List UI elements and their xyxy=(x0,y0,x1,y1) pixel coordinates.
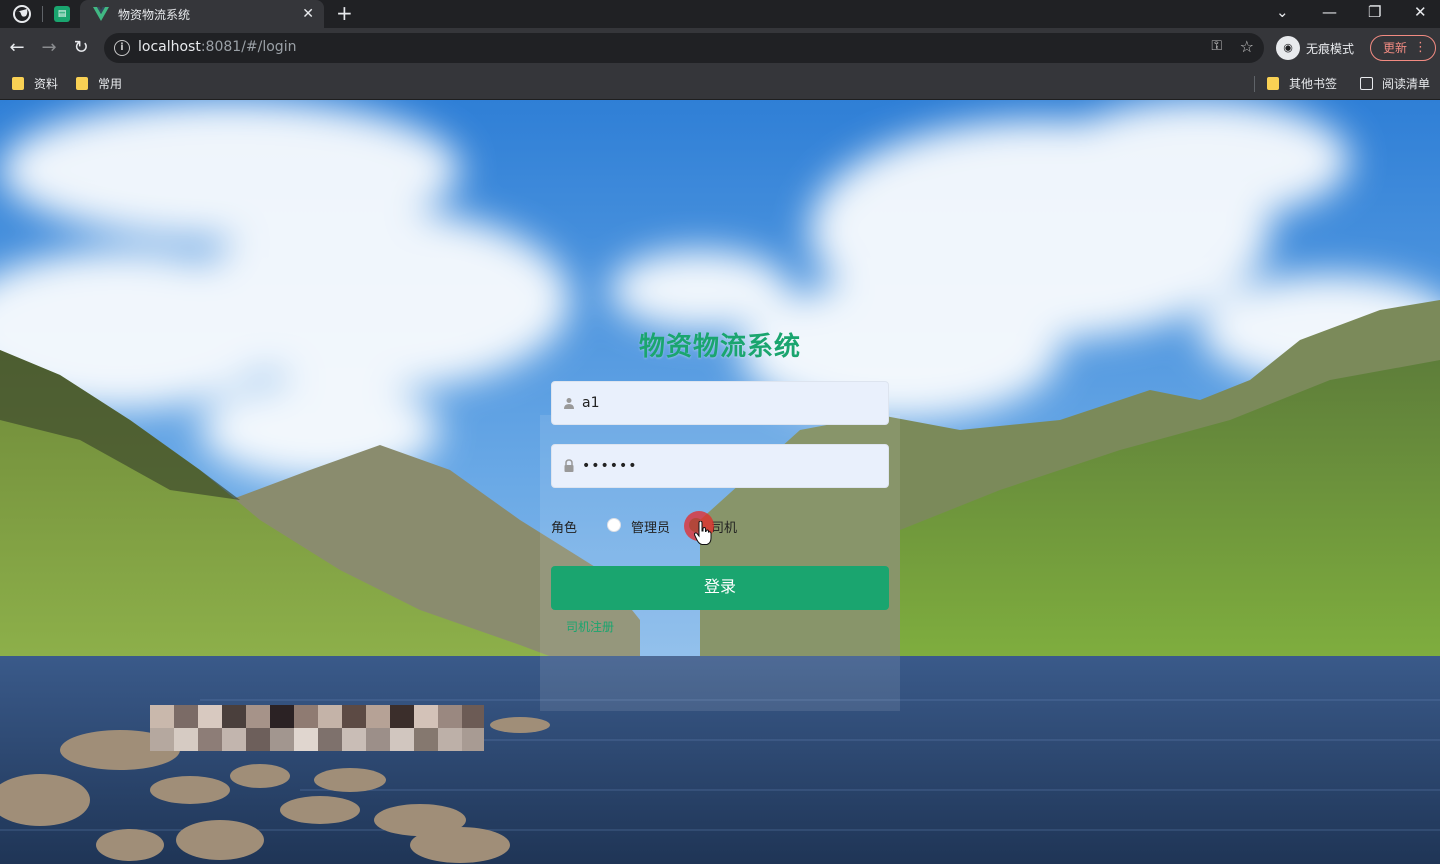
bookmarks-bar: 资料 常用 其他书签 阅读清单 xyxy=(0,68,1440,100)
folder-icon xyxy=(1267,77,1279,90)
role-radio-admin[interactable] xyxy=(607,518,621,532)
bookmark-folder-ziliao[interactable]: 资料 xyxy=(12,75,58,93)
profile-label: 无痕模式 xyxy=(1306,42,1355,56)
login-button[interactable]: 登录 xyxy=(551,566,889,610)
address-bar[interactable]: i localhost:8081/#/login ⚿ ☆ xyxy=(104,33,1264,63)
url-host: localhost xyxy=(138,39,201,55)
url-text[interactable]: localhost:8081/#/login xyxy=(138,39,296,55)
browser-tab-bar: ▤ 物资物流系统 ✕ + ⌄ — ❐ ✕ xyxy=(0,0,1440,28)
back-arrow-icon[interactable]: ← xyxy=(5,36,29,60)
role-label: 角色 xyxy=(551,521,578,536)
update-label: 更新 xyxy=(1383,41,1408,55)
password-field[interactable] xyxy=(551,444,889,488)
role-label-driver[interactable]: 司机 xyxy=(711,517,737,536)
pixelated-mosaic xyxy=(150,705,484,751)
browser-toolbar: ← → ↻ i localhost:8081/#/login ⚿ ☆ ◉ 无痕模… xyxy=(0,28,1440,68)
minimize-icon[interactable]: — xyxy=(1322,2,1337,22)
bookmark-folder-changyong[interactable]: 常用 xyxy=(76,75,122,93)
tab-search-chevron-icon[interactable]: ⌄ xyxy=(1276,2,1289,22)
tab-separator xyxy=(42,6,43,22)
bookmark-folder-other[interactable]: 其他书签 xyxy=(1267,75,1337,93)
url-path: :8081/#/login xyxy=(200,39,297,55)
globe-icon[interactable] xyxy=(12,4,32,24)
tab-title: 物资物流系统 xyxy=(118,8,191,22)
folder-icon xyxy=(12,77,24,90)
username-field[interactable] xyxy=(551,381,889,425)
window-close-icon[interactable]: ✕ xyxy=(1414,2,1427,22)
app-shortcut-icon[interactable]: ▤ xyxy=(54,6,70,22)
password-input[interactable] xyxy=(582,445,882,487)
browser-tab-active[interactable]: 物资物流系统 ✕ xyxy=(80,0,324,28)
restore-icon[interactable]: ❐ xyxy=(1368,2,1381,22)
hand-cursor-icon xyxy=(694,521,712,545)
bookmark-label: 其他书签 xyxy=(1289,77,1338,91)
incognito-icon: ◉ xyxy=(1276,36,1300,60)
user-icon xyxy=(564,398,574,409)
reload-icon[interactable]: ↻ xyxy=(69,36,93,60)
update-button[interactable]: 更新 ⋮ xyxy=(1370,35,1436,61)
role-label-admin[interactable]: 管理员 xyxy=(631,517,670,536)
key-icon[interactable]: ⚿ xyxy=(1211,38,1222,54)
username-input[interactable] xyxy=(582,382,882,424)
bookmark-separator xyxy=(1254,76,1255,92)
reading-list-icon xyxy=(1360,77,1373,90)
more-menu-icon[interactable]: ⋮ xyxy=(1414,36,1427,60)
role-selector: 角色 管理员 司机 xyxy=(551,514,889,536)
new-tab-icon[interactable]: + xyxy=(336,2,353,24)
bookmark-label: 资料 xyxy=(34,77,59,91)
bookmark-label: 阅读清单 xyxy=(1382,77,1431,91)
bookmark-star-icon[interactable]: ☆ xyxy=(1240,37,1254,56)
page-title: 物资物流系统 xyxy=(638,332,801,362)
driver-register-link[interactable]: 司机注册 xyxy=(566,618,614,635)
reading-list[interactable]: 阅读清单 xyxy=(1360,75,1430,93)
lock-icon xyxy=(564,459,574,472)
forward-arrow-icon[interactable]: → xyxy=(37,36,61,60)
bookmark-label: 常用 xyxy=(98,77,123,91)
vue-logo-icon xyxy=(93,7,109,21)
folder-icon xyxy=(76,77,88,90)
tab-close-icon[interactable]: ✕ xyxy=(302,5,314,23)
site-info-icon[interactable]: i xyxy=(114,40,130,56)
